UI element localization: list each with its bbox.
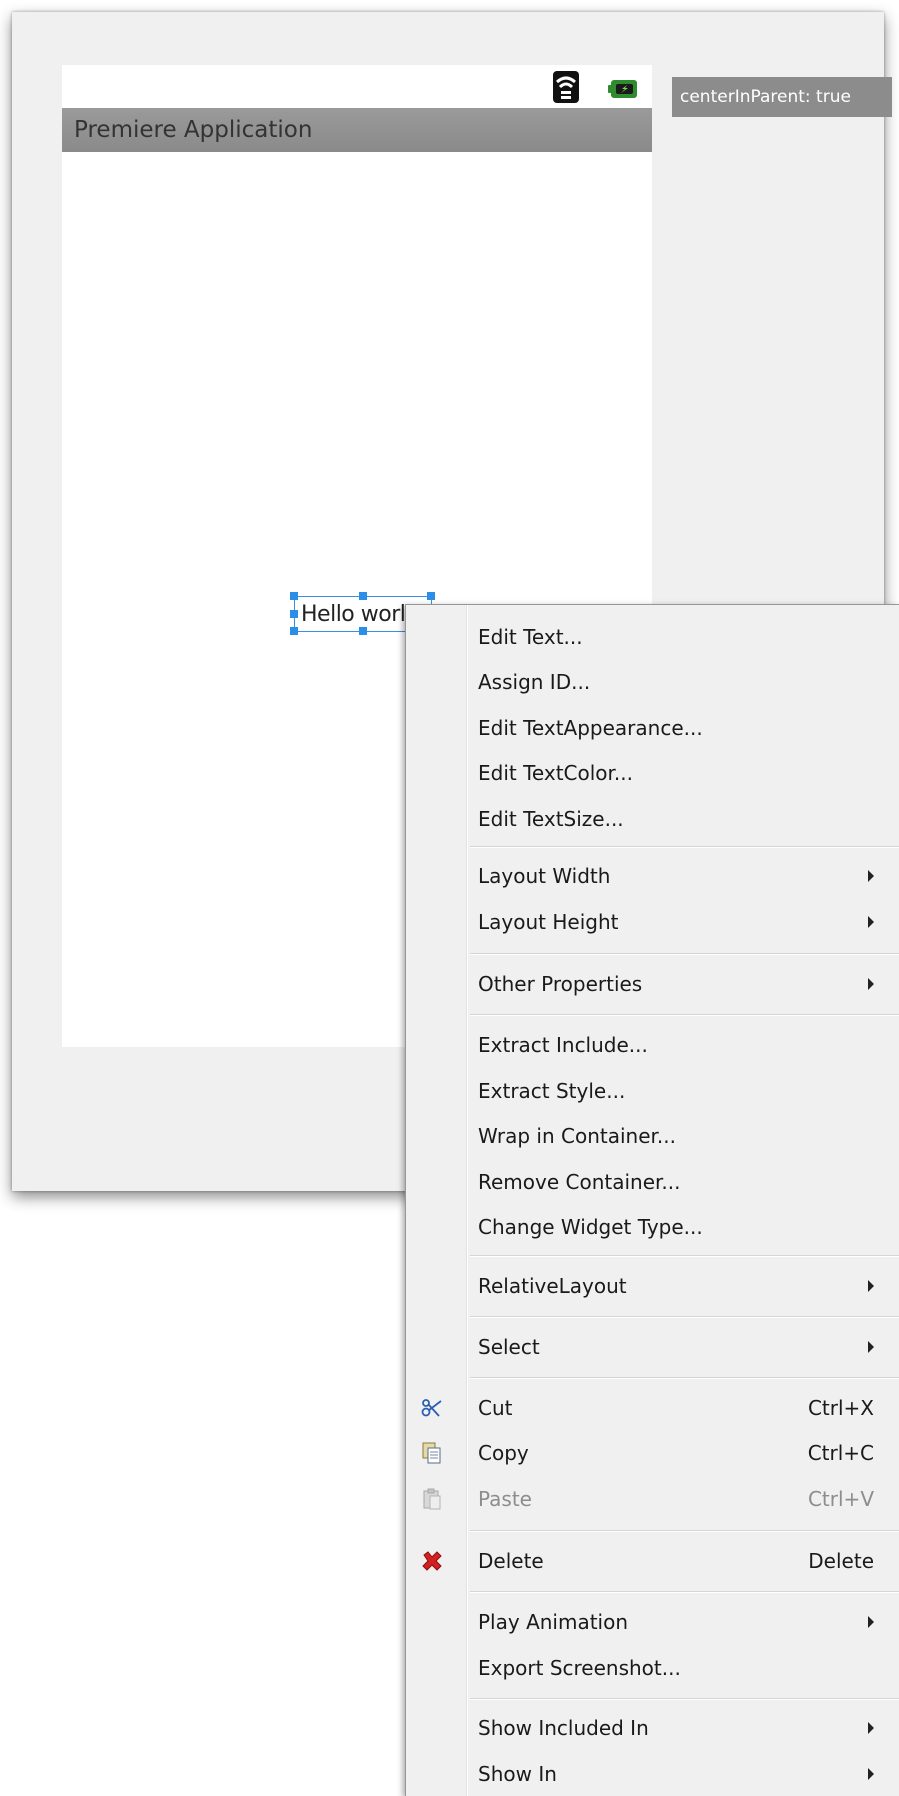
menu-item-layout-width[interactable]: Layout Width xyxy=(406,854,899,898)
resize-handle-left[interactable] xyxy=(290,610,298,618)
menu-item-layout-height[interactable]: Layout Height xyxy=(406,900,899,944)
submenu-arrow-icon xyxy=(868,916,874,928)
submenu-arrow-icon xyxy=(868,1280,874,1292)
menu-item-label: Extract Include... xyxy=(478,1033,648,1057)
submenu-arrow-icon xyxy=(868,1768,874,1780)
menu-item-label: Change Widget Type... xyxy=(478,1215,703,1239)
menu-item-other-properties[interactable]: Other Properties xyxy=(406,962,899,1006)
menu-item-edit-textsize[interactable]: Edit TextSize... xyxy=(406,797,899,841)
context-menu: Edit Text... Assign ID... Edit TextAppea… xyxy=(405,604,899,1796)
submenu-arrow-icon xyxy=(868,870,874,882)
menu-separator xyxy=(470,1377,899,1379)
menu-item-show-included-in[interactable]: Show Included In xyxy=(406,1706,899,1750)
app-title-bar: Premiere Application xyxy=(62,108,652,152)
menu-separator xyxy=(470,846,899,848)
menu-item-edit-textcolor[interactable]: Edit TextColor... xyxy=(406,751,899,795)
tooltip-text: centerInParent: true xyxy=(680,87,851,107)
menu-item-show-in[interactable]: Show In xyxy=(406,1752,899,1796)
menu-item-delete[interactable]: Delete Delete xyxy=(406,1539,899,1583)
menu-item-relativelayout[interactable]: RelativeLayout xyxy=(406,1264,899,1308)
menu-item-label: Export Screenshot... xyxy=(478,1656,681,1680)
menu-item-extract-include[interactable]: Extract Include... xyxy=(406,1023,899,1067)
status-bar xyxy=(62,65,652,108)
menu-item-label: Extract Style... xyxy=(478,1079,626,1103)
menu-item-edit-textappearance[interactable]: Edit TextAppearance... xyxy=(406,706,899,750)
paste-icon xyxy=(420,1487,444,1511)
menu-item-label: Wrap in Container... xyxy=(478,1124,676,1148)
menu-item-paste[interactable]: Paste Ctrl+V xyxy=(406,1477,899,1521)
menu-item-select[interactable]: Select xyxy=(406,1325,899,1369)
menu-item-shortcut: Ctrl+V xyxy=(807,1487,874,1511)
menu-item-label: Edit TextColor... xyxy=(478,761,633,785)
submenu-arrow-icon xyxy=(868,1616,874,1628)
menu-item-wrap-in-container[interactable]: Wrap in Container... xyxy=(406,1114,899,1158)
menu-item-export-screenshot[interactable]: Export Screenshot... xyxy=(406,1646,899,1690)
menu-item-label: Delete xyxy=(478,1549,544,1573)
menu-item-label: Remove Container... xyxy=(478,1170,681,1194)
menu-item-label: Edit TextAppearance... xyxy=(478,716,703,740)
resize-handle-bottom[interactable] xyxy=(359,627,367,635)
menu-item-label: Paste xyxy=(478,1487,532,1511)
copy-icon xyxy=(420,1441,444,1465)
menu-item-label: Copy xyxy=(478,1441,529,1465)
app-title: Premiere Application xyxy=(74,117,313,143)
resize-handle-top-left[interactable] xyxy=(290,592,298,600)
menu-item-shortcut: Ctrl+C xyxy=(807,1441,874,1465)
menu-separator xyxy=(470,953,899,955)
menu-item-copy[interactable]: Copy Ctrl+C xyxy=(406,1431,899,1475)
menu-item-label: Edit TextSize... xyxy=(478,807,624,831)
menu-separator xyxy=(470,1530,899,1532)
submenu-arrow-icon xyxy=(868,1722,874,1734)
menu-separator xyxy=(470,1698,899,1700)
menu-item-change-widget-type[interactable]: Change Widget Type... xyxy=(406,1205,899,1249)
battery-icon xyxy=(608,79,638,99)
menu-item-label: Assign ID... xyxy=(478,670,591,694)
menu-separator xyxy=(470,1591,899,1593)
menu-item-extract-style[interactable]: Extract Style... xyxy=(406,1069,899,1113)
submenu-arrow-icon xyxy=(868,978,874,990)
property-tooltip: centerInParent: true xyxy=(672,77,892,117)
menu-item-label: Edit Text... xyxy=(478,625,583,649)
menu-separator xyxy=(470,1316,899,1318)
menu-item-label: RelativeLayout xyxy=(478,1274,627,1298)
menu-item-edit-text[interactable]: Edit Text... xyxy=(406,615,899,659)
menu-item-shortcut: Delete xyxy=(808,1549,874,1573)
submenu-arrow-icon xyxy=(868,1341,874,1353)
delete-icon xyxy=(420,1549,444,1573)
menu-item-label: Layout Height xyxy=(478,910,619,934)
resize-handle-top[interactable] xyxy=(359,592,367,600)
wifi-signal-icon xyxy=(553,71,579,103)
menu-item-label: Layout Width xyxy=(478,864,611,888)
menu-item-label: Show Included In xyxy=(478,1716,649,1740)
menu-item-label: Other Properties xyxy=(478,972,643,996)
menu-item-play-animation[interactable]: Play Animation xyxy=(406,1600,899,1644)
menu-item-label: Cut xyxy=(478,1396,513,1420)
menu-item-shortcut: Ctrl+X xyxy=(807,1396,874,1420)
scissors-icon xyxy=(420,1396,444,1420)
menu-item-assign-id[interactable]: Assign ID... xyxy=(406,660,899,704)
menu-separator xyxy=(470,1014,899,1016)
menu-item-label: Show In xyxy=(478,1762,557,1786)
menu-item-remove-container[interactable]: Remove Container... xyxy=(406,1160,899,1204)
resize-handle-bottom-left[interactable] xyxy=(290,627,298,635)
resize-handle-top-right[interactable] xyxy=(427,592,435,600)
menu-item-label: Play Animation xyxy=(478,1610,629,1634)
menu-item-label: Select xyxy=(478,1335,540,1359)
menu-separator xyxy=(470,1255,899,1257)
menu-item-cut[interactable]: Cut Ctrl+X xyxy=(406,1386,899,1430)
